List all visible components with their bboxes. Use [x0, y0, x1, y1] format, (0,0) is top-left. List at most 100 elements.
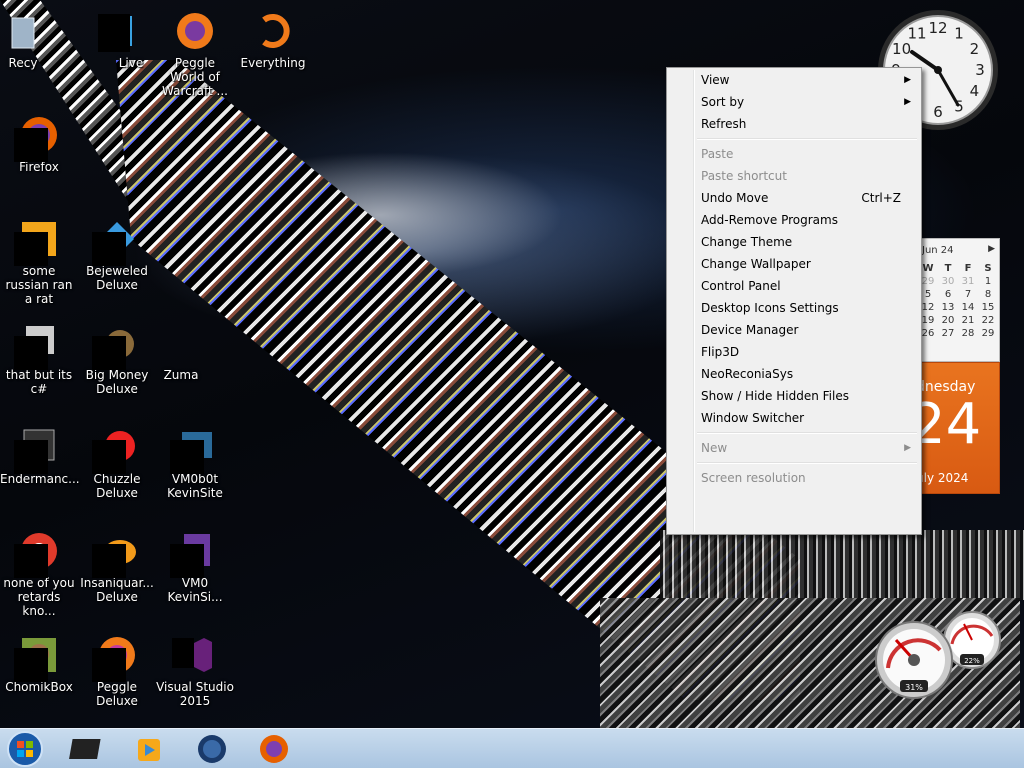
calendar-day[interactable]: 6 [938, 289, 958, 301]
everything-search-icon [252, 10, 294, 52]
menu-item-paste-shortcut[interactable]: Paste shortcut [669, 165, 919, 187]
desktop-icon-peggle-wow[interactable]: Peggle World of Warcraft ... [156, 10, 234, 98]
menu-item-refresh[interactable]: Refresh [669, 113, 919, 135]
menu-item-label: Refresh [701, 117, 747, 131]
media-player-icon [138, 739, 160, 761]
menu-item-label: Window Switcher [701, 411, 805, 425]
taskbar-app-1[interactable] [68, 731, 108, 767]
calendar-day[interactable]: 13 [938, 302, 958, 314]
clock-number: 4 [970, 82, 980, 100]
submenu-arrow-icon: ▶ [904, 97, 911, 107]
calendar-day[interactable]: 14 [958, 302, 978, 314]
taskbar-firefox[interactable] [254, 731, 294, 767]
menu-separator [697, 462, 917, 464]
menu-item-label: Change Theme [701, 235, 793, 249]
menu-item-label: Undo Move [701, 191, 769, 205]
start-button[interactable] [6, 730, 44, 768]
menu-item-sort-by[interactable]: Sort by ▶ [669, 91, 919, 113]
desktop-icon-that-but-csharp[interactable]: that but its c# [0, 322, 78, 396]
desktop-icon-bejeweled[interactable]: Bejeweled Deluxe [78, 218, 156, 292]
desktop-icon-live[interactable]: Live [78, 10, 156, 70]
menu-item-label: Desktop Icons Settings [701, 301, 839, 315]
menu-item-change-theme[interactable]: Change Theme [669, 231, 919, 253]
desktop-icon-vm0b0t[interactable]: VM0b0t KevinSite [156, 426, 234, 500]
menu-item-show-hide-hidden-files[interactable]: Show / Hide Hidden Files [669, 385, 919, 407]
calendar-gadget[interactable]: Jun 24 ▶ W T F S 29 30 31 1 5 6 7 8 12 13 14 15 19 20 21 22… [910, 238, 1000, 494]
calendar-day[interactable]: 27 [938, 328, 958, 340]
desktop-icon-zuma[interactable]: Zuma [156, 322, 234, 382]
desktop-icon-peggle-deluxe[interactable]: Peggle Deluxe [78, 634, 156, 708]
menu-item-new[interactable]: New ▶ [669, 437, 919, 459]
calendar-day[interactable]: 20 [938, 315, 958, 327]
menu-separator [697, 432, 917, 434]
calendar-day[interactable]: 30 [938, 276, 958, 288]
menu-item-screen-resolution[interactable]: Screen resolution [669, 467, 919, 489]
desktop-icon-recycle-bin[interactable]: Recy [0, 10, 62, 70]
calendar-day[interactable]: 22 [978, 315, 998, 327]
menu-item-window-switcher[interactable]: Window Switcher [669, 407, 919, 429]
menu-item-label: Sort by [701, 95, 745, 109]
menu-item-add-remove-programs[interactable]: Add-Remove Programs [669, 209, 919, 231]
desktop-icon-none-of-you[interactable]: none of you retards kno... [0, 530, 78, 618]
calendar-day[interactable]: 8 [978, 289, 998, 301]
big-money-icon [92, 322, 138, 370]
desktop-icon-russian-rat[interactable]: e some russian ran a rat [0, 218, 78, 306]
menu-item-undo-move[interactable]: Undo Move Ctrl+Z [669, 187, 919, 209]
calendar-next-arrow[interactable]: ▶ [988, 244, 995, 254]
firefox-icon [260, 735, 288, 763]
menu-item-control-panel[interactable]: Control Panel [669, 275, 919, 297]
submenu-arrow-icon: ▶ [904, 443, 911, 453]
menu-item-flip3d[interactable]: Flip3D [669, 341, 919, 363]
menu-item-paste[interactable]: Paste [669, 143, 919, 165]
clock-number: 3 [975, 61, 985, 79]
desktop-icon-visual-studio[interactable]: Visual Studio 2015 [156, 634, 234, 708]
menu-item-label: Change Wallpaper [701, 257, 811, 271]
desktop-icon-everything[interactable]: Everything [234, 10, 312, 70]
menu-item-change-wallpaper[interactable]: Change Wallpaper [669, 253, 919, 275]
calendar-weekday-header: S [984, 263, 992, 274]
recycle-bin-icon [2, 10, 44, 52]
clock-number: 6 [933, 103, 943, 121]
calendar-day[interactable]: 15 [978, 302, 998, 314]
calendar-day[interactable]: 1 [978, 276, 998, 288]
desktop-icon-endermanc[interactable]: Endermanc... [0, 426, 80, 486]
menu-item-label: New [701, 441, 728, 455]
calendar-day[interactable]: 29 [978, 328, 998, 340]
peggle-icon [92, 634, 138, 682]
calendar-day[interactable]: 7 [958, 289, 978, 301]
desktop-icon-big-money[interactable]: Big Money Deluxe [78, 322, 156, 396]
desktop-background[interactable]: Recy Firefox e some russian ran a rat th… [0, 0, 1024, 768]
chuzzle-icon [92, 426, 138, 474]
desktop-icon-vm0-kevinsite[interactable]: VM0 KevinSi... [156, 530, 234, 604]
menu-item-neoreconiasys[interactable]: NeoReconiaSys [669, 363, 919, 385]
calendar-day[interactable]: 31 [958, 276, 978, 288]
calendar-day[interactable]: 28 [958, 328, 978, 340]
menu-item-device-manager[interactable]: Device Manager [669, 319, 919, 341]
taskbar-app-3[interactable] [192, 731, 232, 767]
insaniquarium-icon [92, 530, 138, 578]
clock-number: 1 [954, 25, 964, 43]
menu-separator [697, 138, 917, 140]
taskbar-media-player[interactable] [128, 731, 168, 767]
menu-item-label: Paste shortcut [701, 169, 787, 183]
menu-item-view[interactable]: View ▶ [669, 69, 919, 91]
menu-item-label: Flip3D [701, 345, 740, 359]
bejeweled-icon [92, 218, 138, 266]
cpu-meter-gadget[interactable]: 31% 22% [874, 610, 1004, 700]
vm-icon [170, 530, 216, 578]
calendar-day[interactable]: 21 [958, 315, 978, 327]
desktop-context-menu: View ▶ Sort by ▶ Refresh Paste Paste shortcut U… [666, 67, 922, 535]
desktop-icon-firefox[interactable]: Firefox [0, 114, 78, 174]
desktop-icon-chuzzle[interactable]: Chuzzle Deluxe [78, 426, 156, 500]
calendar-weekday-header: F [964, 263, 972, 274]
menu-item-label: Add-Remove Programs [701, 213, 838, 227]
desktop-icon-chomikbox[interactable]: ChomikBox [0, 634, 78, 694]
live-icon [96, 10, 138, 52]
menu-item-label: Show / Hide Hidden Files [701, 389, 849, 403]
cpu-percent: 31% [905, 683, 923, 692]
desktop-icon-insaniquarium[interactable]: Insaniquar... Deluxe [78, 530, 156, 604]
globe-icon [198, 735, 226, 763]
menu-item-desktop-icons-settings[interactable]: Desktop Icons Settings [669, 297, 919, 319]
visual-studio-icon [172, 634, 216, 676]
calendar-weekday-header: T [944, 263, 952, 274]
